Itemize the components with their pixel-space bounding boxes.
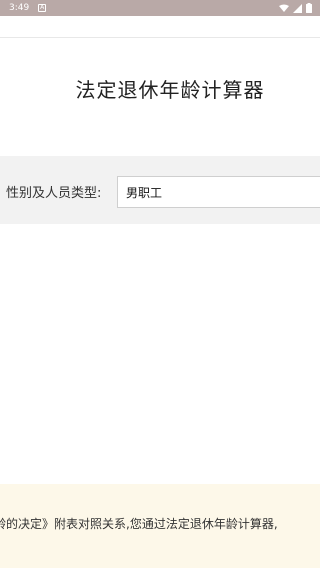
gender-type-label: 性别及人员类型: xyxy=(6,186,102,201)
signal-icon xyxy=(293,3,302,13)
toolbar xyxy=(0,16,320,38)
wifi-icon xyxy=(279,4,289,12)
notification-icon: A xyxy=(38,4,47,12)
status-time: 3:49 xyxy=(9,3,30,13)
page-title: 法定退休年龄计算器 xyxy=(75,78,265,102)
status-icons xyxy=(279,3,312,13)
gender-type-select[interactable]: 男职工 xyxy=(117,176,320,208)
status-bar: 3:49 A xyxy=(0,0,320,16)
battery-icon xyxy=(306,3,312,13)
note-text: 龄的决定》附表对照关系,您通过法定退休年龄计算器, xyxy=(0,517,278,531)
gender-type-value: 男职工 xyxy=(126,185,163,200)
